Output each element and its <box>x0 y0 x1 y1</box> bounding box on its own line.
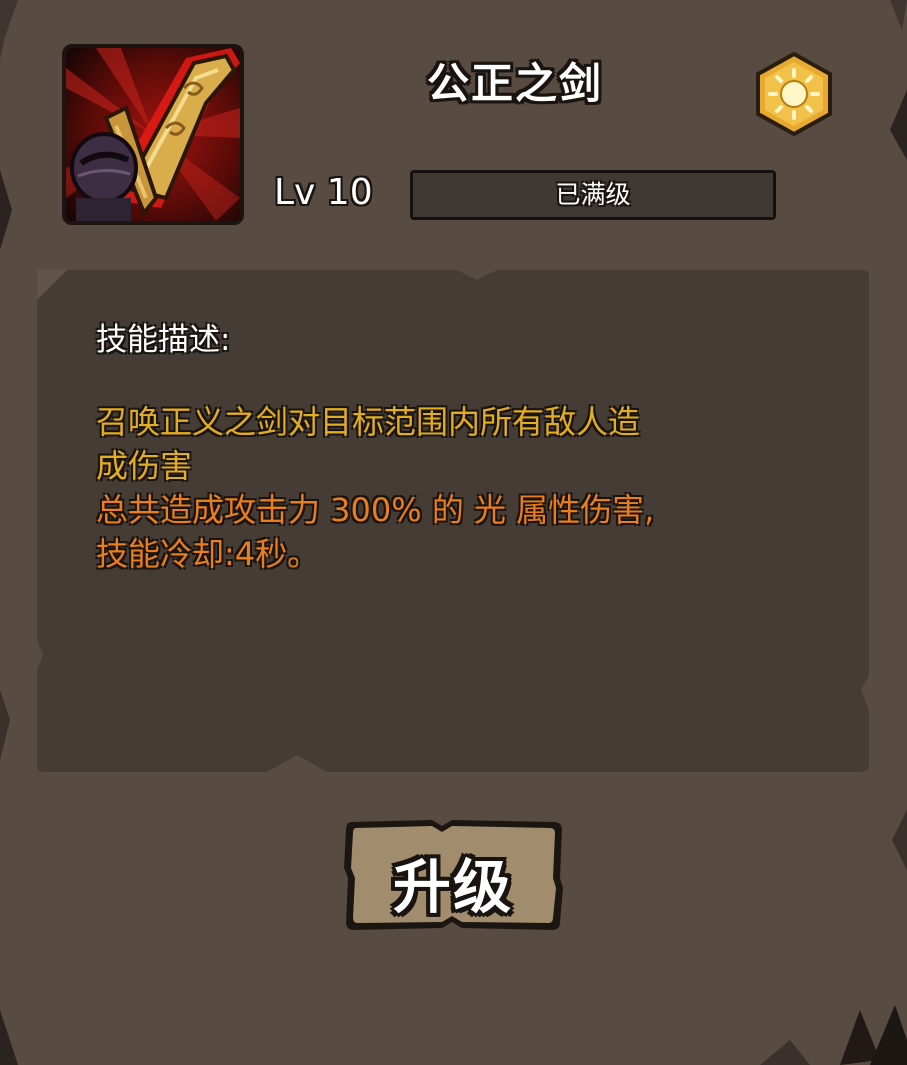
sword-of-justice-icon <box>66 48 240 221</box>
skill-icon <box>62 44 244 225</box>
description-line: 总共造成攻击力 300% 的 光 属性伤害, <box>96 491 655 529</box>
description-body: 召唤正义之剑对目标范围内所有敌人造 成伤害 总共造成攻击力 300% 的 光 属… <box>96 400 796 576</box>
upgrade-button-label: 升级 <box>392 853 513 921</box>
description-line: 技能冷却:4秒。 <box>96 535 320 573</box>
skill-name: 公正之剑 <box>426 59 603 108</box>
description-heading: 技能描述: <box>96 322 231 358</box>
level-progress-bar: 已满级 <box>410 170 776 220</box>
description-line: 成伤害 <box>96 447 193 485</box>
upgrade-button[interactable]: 升级 <box>342 818 564 932</box>
light-element-badge <box>756 51 832 137</box>
sun-icon <box>756 51 832 137</box>
description-line: 召唤正义之剑对目标范围内所有敌人造 <box>96 403 641 441</box>
level-status-text: 已满级 <box>555 180 631 209</box>
level-label: Lv 10 <box>274 172 373 213</box>
